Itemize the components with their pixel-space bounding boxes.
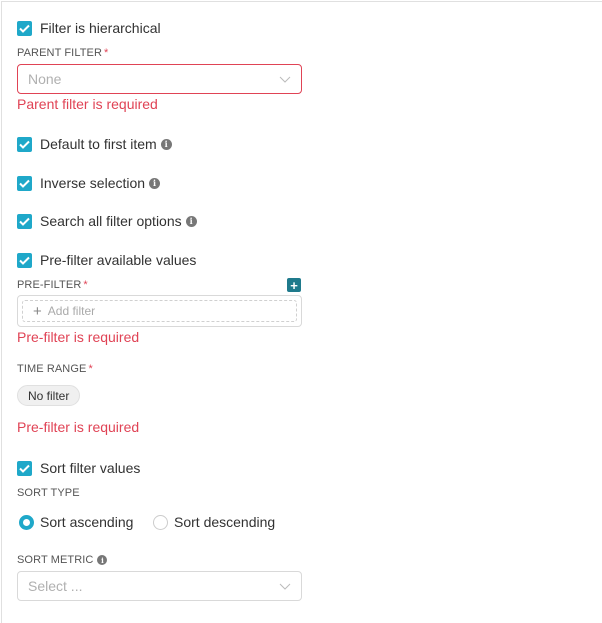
hierarchical-checkbox-row[interactable]: Filter is hierarchical xyxy=(17,19,161,37)
sort-metric-label-text: SORT METRIC xyxy=(17,554,94,566)
required-mark: * xyxy=(88,363,93,375)
sort-values-checkbox[interactable] xyxy=(17,460,32,476)
required-mark: * xyxy=(104,47,109,59)
required-mark: * xyxy=(83,279,88,291)
sort-metric-label: SORT METRIC i xyxy=(17,554,108,566)
pre-filter-label-text: PRE-FILTER xyxy=(17,279,82,291)
default-first-checkbox[interactable] xyxy=(17,136,32,152)
prefilter-label: Pre-filter available values xyxy=(40,252,197,268)
parent-filter-error: Parent filter is required xyxy=(17,96,158,112)
info-icon[interactable]: i xyxy=(97,555,108,565)
sort-ascending-radio-row[interactable]: Sort ascending xyxy=(19,514,133,530)
sort-descending-label: Sort descending xyxy=(174,514,276,530)
chevron-down-icon xyxy=(279,583,291,590)
pre-filter-error: Pre-filter is required xyxy=(17,329,140,345)
pre-filter-label: PRE-FILTER * xyxy=(17,279,88,291)
plus-icon: + xyxy=(33,302,42,320)
inverse-checkbox[interactable] xyxy=(17,175,32,191)
sort-metric-placeholder: Select ... xyxy=(28,578,83,594)
prefilter-checkbox-row[interactable]: Pre-filter available values xyxy=(17,251,196,269)
sort-ascending-radio[interactable] xyxy=(19,514,34,530)
sort-type-label: SORT TYPE xyxy=(17,487,80,499)
search-all-label: Search all filter options xyxy=(40,213,182,229)
sort-ascending-label: Sort ascending xyxy=(40,514,134,530)
inverse-label: Inverse selection xyxy=(40,175,146,191)
time-range-pill[interactable]: No filter xyxy=(17,385,81,406)
sort-descending-radio-row[interactable]: Sort descending xyxy=(153,514,275,530)
hierarchical-checkbox[interactable] xyxy=(17,20,32,36)
sort-values-label: Sort filter values xyxy=(40,460,141,476)
default-first-label: Default to first item xyxy=(40,136,157,152)
prefilter-checkbox[interactable] xyxy=(17,252,32,268)
hierarchical-label: Filter is hierarchical xyxy=(40,20,161,36)
time-range-label: TIME RANGE * xyxy=(17,363,93,375)
sort-metric-select[interactable]: Select ... xyxy=(17,571,302,601)
parent-filter-label: PARENT FILTER * xyxy=(17,47,108,59)
sort-descending-radio[interactable] xyxy=(153,514,168,530)
sort-values-checkbox-row[interactable]: Sort filter values xyxy=(17,459,140,477)
time-range-label-text: TIME RANGE xyxy=(17,363,87,375)
chevron-down-icon xyxy=(279,76,291,83)
add-prefilter-button[interactable]: + xyxy=(287,278,301,292)
add-filter-label: Add filter xyxy=(47,304,96,318)
parent-filter-select[interactable]: None xyxy=(17,64,302,94)
inverse-checkbox-row[interactable]: Inverse selection i xyxy=(17,174,161,192)
time-range-error: Pre-filter is required xyxy=(17,419,140,435)
add-filter-button[interactable]: + Add filter xyxy=(22,300,297,322)
info-icon[interactable]: i xyxy=(160,138,172,150)
default-first-checkbox-row[interactable]: Default to first item i xyxy=(17,135,172,153)
info-icon[interactable]: i xyxy=(149,177,161,189)
search-all-checkbox[interactable] xyxy=(17,213,32,229)
info-icon[interactable]: i xyxy=(185,215,197,227)
parent-filter-value: None xyxy=(28,71,62,87)
parent-filter-label-text: PARENT FILTER xyxy=(17,47,103,59)
prefilter-box: + Add filter xyxy=(17,295,302,327)
search-all-checkbox-row[interactable]: Search all filter options i xyxy=(17,212,197,230)
